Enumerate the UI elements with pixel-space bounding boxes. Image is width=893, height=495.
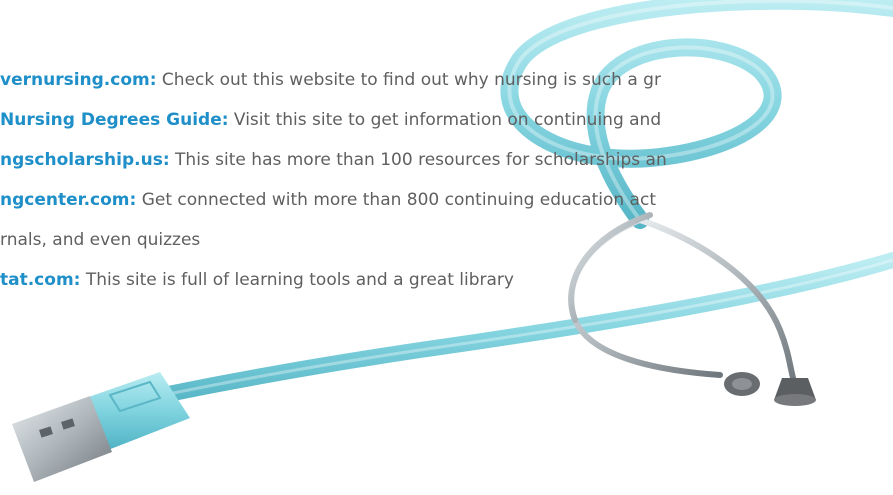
resource-description: Check out this website to find out why n… bbox=[156, 70, 661, 90]
list-item: vernursing.com: Check out this website t… bbox=[0, 69, 661, 91]
resource-description: This site is full of learning tools and … bbox=[80, 270, 514, 290]
resource-description: Visit this site to get information on co… bbox=[228, 110, 662, 130]
resource-description: Get connected with more than 800 continu… bbox=[136, 190, 656, 210]
resource-description: This site has more than 100 resources fo… bbox=[169, 150, 667, 170]
resource-description: rnals, and even quizzes bbox=[0, 230, 201, 250]
list-item: tat.com: This site is full of learning t… bbox=[0, 269, 514, 291]
list-item-continuation: rnals, and even quizzes bbox=[0, 229, 200, 251]
list-item: ngcenter.com: Get connected with more th… bbox=[0, 189, 656, 211]
resource-link[interactable]: ngcenter.com: bbox=[0, 190, 136, 210]
resource-link[interactable]: ngscholarship.us: bbox=[0, 150, 170, 170]
resource-link[interactable]: tat.com: bbox=[0, 270, 80, 290]
resource-list: vernursing.com: Check out this website t… bbox=[0, 0, 893, 495]
list-item: Nursing Degrees Guide: Visit this site t… bbox=[0, 109, 661, 131]
list-item: ngscholarship.us: This site has more tha… bbox=[0, 149, 667, 171]
page: vernursing.com: Check out this website t… bbox=[0, 0, 893, 495]
resource-link[interactable]: Nursing Degrees Guide: bbox=[0, 110, 229, 130]
resource-link[interactable]: vernursing.com: bbox=[0, 70, 157, 90]
